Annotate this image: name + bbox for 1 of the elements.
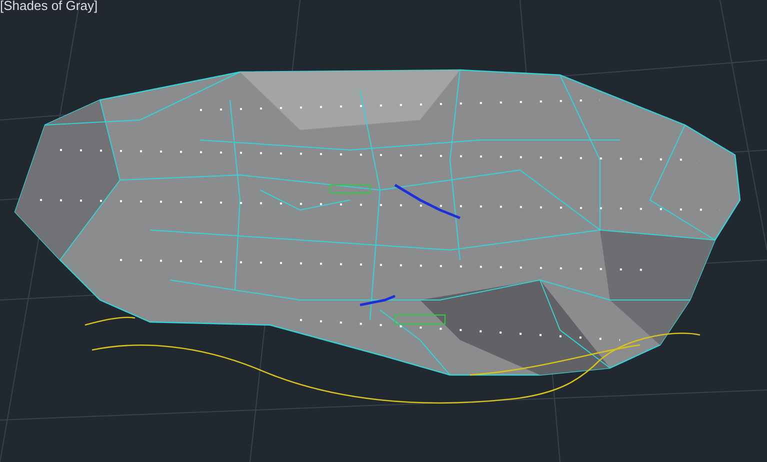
visual-style-label[interactable]: [Shades of Gray] [0, 0, 98, 14]
